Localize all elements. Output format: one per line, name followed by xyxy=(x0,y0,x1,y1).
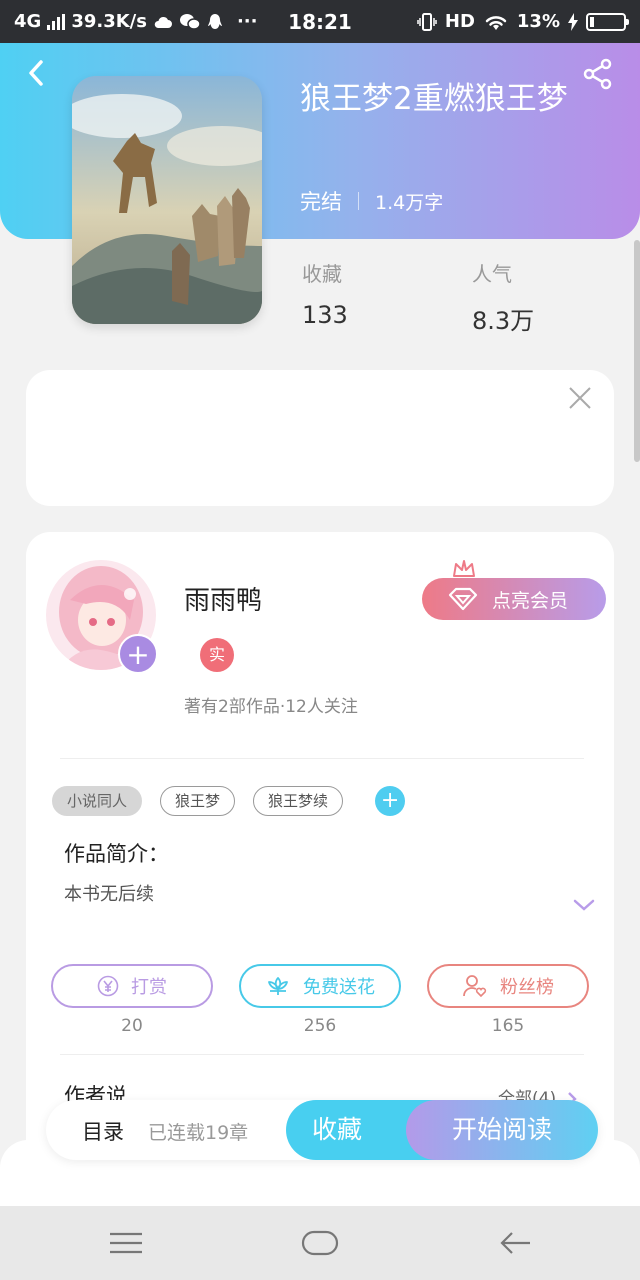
cover-image xyxy=(72,76,262,324)
signal-icon xyxy=(47,13,66,30)
status-right: HD 13% xyxy=(417,11,629,32)
flower-icon xyxy=(268,977,288,995)
status-bar: 4G 39.3K/s ··· 18:21 HD 13% xyxy=(0,0,640,43)
network-speed: 39.3K/s xyxy=(71,11,147,32)
tag-item[interactable]: 狼王梦续 xyxy=(253,786,344,816)
tip-button[interactable]: 打赏 xyxy=(51,964,213,1008)
favorites-value: 133 xyxy=(302,301,348,329)
book-status: 完结 xyxy=(300,190,342,214)
intro-heading: 作品简介： xyxy=(64,842,169,866)
book-cover[interactable] xyxy=(72,76,262,324)
divider xyxy=(60,1054,584,1055)
fan-ranking-button[interactable]: 粉丝榜 xyxy=(427,964,589,1008)
divider xyxy=(60,758,584,759)
tip-count: 20 xyxy=(121,1016,143,1036)
battery-icon xyxy=(586,12,629,31)
popularity-value: 8.3万 xyxy=(472,307,535,335)
tag-item[interactable]: 小说同人 xyxy=(52,786,143,816)
verified-badge: 实 xyxy=(200,638,234,672)
vip-button-label: 点亮会员 xyxy=(492,589,569,612)
tip-label: 打赏 xyxy=(131,977,167,998)
fan-ranking-label: 粉丝榜 xyxy=(500,977,554,998)
qq-icon xyxy=(207,13,222,29)
send-flower-button[interactable]: 免费送花 xyxy=(239,964,401,1008)
system-nav-bar xyxy=(0,1206,640,1280)
battery-percent: 13% xyxy=(516,11,560,32)
fan-heart-icon xyxy=(463,975,487,998)
author-stats: 著有2部作品·12人关注 xyxy=(184,697,358,717)
wifi-icon xyxy=(485,15,507,30)
flower-count: 256 xyxy=(303,1016,337,1036)
yen-icon xyxy=(97,975,119,997)
wechat-icon xyxy=(179,13,201,30)
favorites-label: 收藏 xyxy=(302,262,342,286)
chevron-down-icon[interactable] xyxy=(572,896,596,914)
hd-indicator: HD xyxy=(444,11,475,32)
book-word-count: 1.4万字 xyxy=(375,191,444,214)
start-reading-button[interactable]: 开始阅读 xyxy=(406,1100,598,1160)
popularity-label: 人气 xyxy=(472,262,512,286)
fan-count: 165 xyxy=(491,1016,525,1036)
intro-text: 本书无后续 xyxy=(64,884,154,905)
add-tag-button[interactable]: + xyxy=(375,786,406,816)
book-meta: 完结 1.4万字 xyxy=(300,186,443,216)
back-arrow-icon[interactable] xyxy=(496,1226,536,1260)
crown-icon xyxy=(453,560,475,577)
ad-card xyxy=(26,370,614,506)
send-flower-label: 免费送花 xyxy=(303,977,375,998)
popularity-stat: 人气 8.3万 xyxy=(472,258,534,336)
tag-item[interactable]: 狼王梦 xyxy=(160,786,236,816)
toc-button[interactable]: 目录 xyxy=(82,1116,124,1146)
scrollbar[interactable] xyxy=(634,240,640,462)
favorites-stat: 收藏 133 xyxy=(302,258,348,329)
vibrate-icon xyxy=(417,12,437,31)
tag-list: 小说同人 狼王梦 狼王梦续 + xyxy=(52,786,406,816)
follow-author-button[interactable]: + xyxy=(118,634,158,674)
close-icon[interactable] xyxy=(566,384,594,412)
cloud-icon xyxy=(154,16,172,28)
vip-button[interactable]: 点亮会员 xyxy=(422,578,606,620)
book-title: 狼王梦2重燃狼王梦 xyxy=(300,81,568,117)
diamond-icon xyxy=(448,587,478,611)
network-type: 4G xyxy=(14,11,42,32)
toc-progress[interactable]: 已连载19章 xyxy=(148,1118,248,1145)
home-icon[interactable] xyxy=(300,1226,340,1260)
status-left: 4G 39.3K/s ··· xyxy=(14,11,257,32)
meta-divider xyxy=(358,192,359,210)
status-dots: ··· xyxy=(236,11,258,32)
back-button[interactable] xyxy=(22,58,52,88)
author-name: 雨雨鸭 xyxy=(184,586,263,616)
menu-icon[interactable] xyxy=(106,1226,146,1260)
charging-icon xyxy=(568,12,578,31)
